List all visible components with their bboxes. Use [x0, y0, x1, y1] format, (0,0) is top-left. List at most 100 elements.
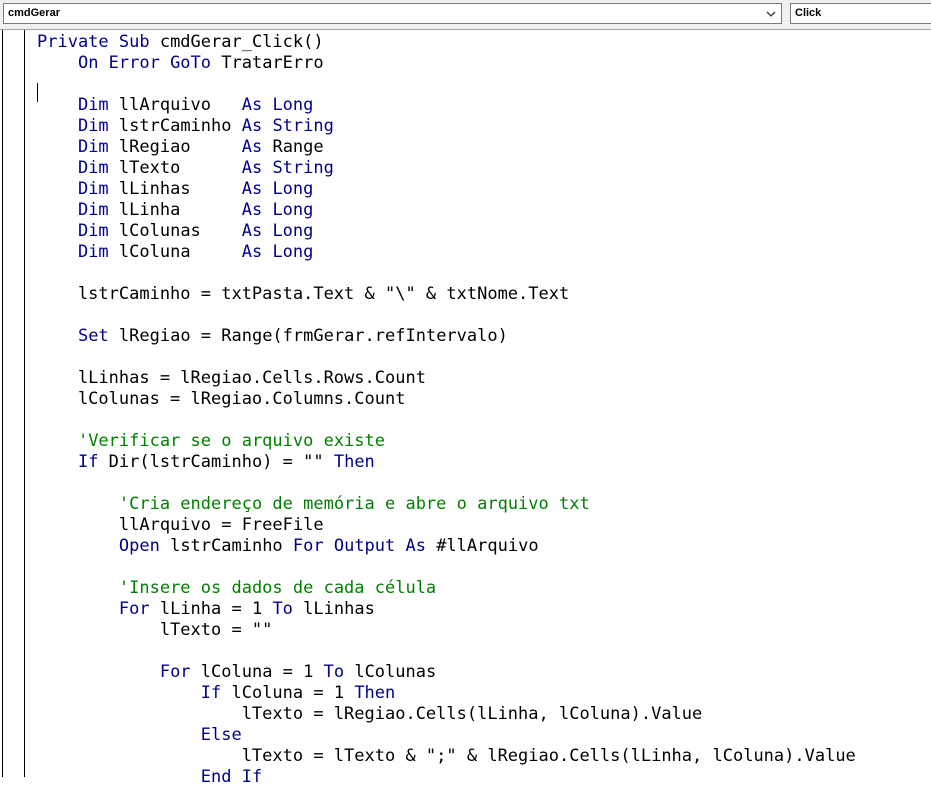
procedure-dropdown[interactable]: Click: [790, 3, 931, 24]
code-keyword: As Long: [241, 221, 314, 241]
code-line[interactable]: [37, 557, 856, 578]
code-keyword: If: [77, 452, 99, 472]
margin-indicator-bar[interactable]: [0, 30, 27, 777]
code-token: cmdGerar_Click(): [149, 32, 324, 52]
code-line[interactable]: lstrCaminho = txtPasta.Text & "\" & txtN…: [37, 284, 856, 305]
code-keyword: For: [159, 662, 191, 682]
code-line[interactable]: [37, 410, 856, 431]
code-line[interactable]: Dim llArquivo As Long: [37, 95, 856, 116]
code-text[interactable]: Private Sub cmdGerar_Click() On Error Go…: [37, 32, 856, 788]
code-line[interactable]: [37, 305, 856, 326]
code-token: lLinha = 1: [149, 599, 273, 619]
code-keyword: As String: [241, 116, 334, 136]
code-keyword: As Long: [241, 200, 314, 220]
code-line[interactable]: For lLinha = 1 To lLinhas: [37, 599, 856, 620]
code-line[interactable]: [37, 74, 856, 95]
code-line[interactable]: Dim lLinha As Long: [37, 200, 856, 221]
code-line[interactable]: lColunas = lRegiao.Columns.Count: [37, 389, 856, 410]
code-line[interactable]: 'Cria endereço de memória e abre o arqui…: [37, 494, 856, 515]
code-line[interactable]: Private Sub cmdGerar_Click(): [37, 32, 856, 53]
procedure-dropdown-value: Click: [795, 7, 822, 19]
code-line[interactable]: Dim lColuna As Long: [37, 242, 856, 263]
code-token: lColunas: [108, 221, 242, 241]
code-line[interactable]: Set lRegiao = Range(frmGerar.refInterval…: [37, 326, 856, 347]
code-keyword: Dim: [77, 200, 109, 220]
code-keyword: End If: [200, 767, 263, 787]
code-keyword: For: [118, 599, 150, 619]
code-token: Range: [262, 137, 324, 157]
code-keyword: Then: [354, 683, 396, 703]
code-keyword: Set: [77, 326, 109, 346]
code-line[interactable]: lTexto = lRegiao.Cells(lLinha, lColuna).…: [37, 704, 856, 725]
code-token: lColuna: [108, 242, 242, 262]
code-token: #llArquivo: [425, 536, 539, 556]
code-editor[interactable]: Private Sub cmdGerar_Click() On Error Go…: [0, 30, 931, 787]
code-keyword: Open: [118, 536, 160, 556]
code-keyword: On Error GoTo: [77, 53, 212, 73]
code-line[interactable]: 'Verificar se o arquivo existe: [37, 431, 856, 452]
code-keyword: Dim: [77, 137, 109, 157]
code-keyword: For Output As: [292, 536, 426, 556]
code-line[interactable]: Else: [37, 725, 856, 746]
code-token: lTexto = "": [37, 620, 273, 640]
code-keyword: As String: [241, 158, 334, 178]
code-token: lTexto = lTexto & ";" & lRegiao.Cells(lL…: [37, 746, 856, 766]
code-comment: 'Verificar se o arquivo existe: [77, 431, 385, 451]
code-keyword: Dim: [77, 158, 109, 178]
code-keyword: As Long: [241, 95, 314, 115]
code-keyword: Dim: [77, 179, 109, 199]
code-line[interactable]: lLinhas = lRegiao.Cells.Rows.Count: [37, 368, 856, 389]
code-line[interactable]: lTexto = lTexto & ";" & lRegiao.Cells(lL…: [37, 746, 856, 767]
code-line[interactable]: [37, 641, 856, 662]
code-line[interactable]: Dim lColunas As Long: [37, 221, 856, 242]
code-keyword: As Long: [241, 242, 314, 262]
object-dropdown[interactable]: cmdGerar: [3, 3, 782, 24]
chevron-down-icon[interactable]: [763, 4, 779, 23]
code-line[interactable]: llArquivo = FreeFile: [37, 515, 856, 536]
code-line[interactable]: lTexto = "": [37, 620, 856, 641]
code-token: TratarErro: [211, 53, 324, 73]
code-line[interactable]: Dim lLinhas As Long: [37, 179, 856, 200]
code-line[interactable]: [37, 473, 856, 494]
code-window-toolbar: cmdGerar Click: [0, 0, 931, 30]
code-line[interactable]: For lColuna = 1 To lColunas: [37, 662, 856, 683]
code-line[interactable]: Open lstrCaminho For Output As #llArquiv…: [37, 536, 856, 557]
code-token: lLinhas: [292, 599, 375, 619]
code-keyword: As: [241, 137, 263, 157]
code-token: lLinha: [108, 200, 242, 220]
code-line[interactable]: Dim lTexto As String: [37, 158, 856, 179]
code-line[interactable]: End If: [37, 767, 856, 788]
code-line[interactable]: If Dir(lstrCaminho) = "" Then: [37, 452, 856, 473]
code-token: lstrCaminho: [108, 116, 242, 136]
code-line[interactable]: If lColuna = 1 Then: [37, 683, 856, 704]
code-keyword: If: [200, 683, 222, 703]
code-line[interactable]: Dim lRegiao As Range: [37, 137, 856, 158]
code-line[interactable]: [37, 347, 856, 368]
code-keyword: To: [323, 662, 345, 682]
code-token: llArquivo: [108, 95, 242, 115]
code-line[interactable]: [37, 263, 856, 284]
code-line[interactable]: On Error GoTo TratarErro: [37, 53, 856, 74]
code-token: lColunas = lRegiao.Columns.Count: [37, 389, 406, 409]
code-token: Dir(lstrCaminho) = "": [98, 452, 334, 472]
code-token: lLinhas: [108, 179, 242, 199]
code-line[interactable]: Dim lstrCaminho As String: [37, 116, 856, 137]
code-token: lColuna = 1: [190, 662, 324, 682]
code-token: lRegiao = Range(frmGerar.refIntervalo): [108, 326, 508, 346]
code-line[interactable]: 'Insere os dados de cada célula: [37, 578, 856, 599]
